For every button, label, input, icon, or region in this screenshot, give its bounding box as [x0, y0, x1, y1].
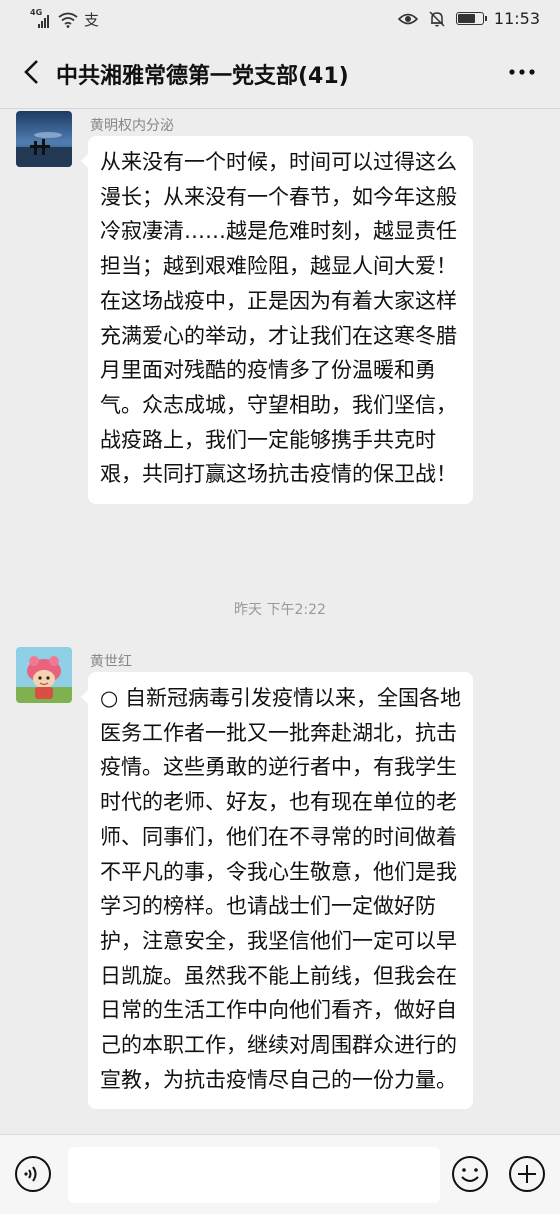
voice-icon	[15, 1156, 51, 1192]
sender-name: 黄明权内分泌	[90, 118, 174, 134]
eye-comfort-icon	[397, 13, 418, 24]
clock-time: 11:53	[493, 9, 540, 28]
status-left: 4G 支	[30, 8, 100, 30]
chat-header: 中共湘雅常德第一党支部(41)	[0, 38, 560, 109]
message-timestamp: 昨天 下午2:22	[234, 602, 326, 618]
wifi-icon	[58, 12, 78, 28]
mute-bell-icon	[429, 10, 445, 27]
cellular-signal-icon: 4G	[30, 8, 52, 28]
more-options-button[interactable]	[502, 52, 542, 92]
input-bar	[0, 1134, 560, 1214]
back-button[interactable]	[12, 52, 52, 92]
message-bubble[interactable]: ○ 自新冠病毒引发疫情以来，全国各地医务工作者一批又一批奔赴湖北，抗击疫情。这些…	[81, 672, 473, 1110]
status-bar: 4G 支 11:53	[0, 0, 560, 38]
plus-icon	[509, 1156, 545, 1192]
battery-icon	[455, 12, 487, 25]
message-input[interactable]	[68, 1147, 440, 1203]
message-bubble[interactable]: 从来没有一个时候，时间可以过得这么漫长；从来没有一个春节，如今年这般冷寂凄清………	[81, 136, 473, 505]
alipay-notification-icon: 支	[84, 11, 100, 29]
avatar-image-seaside	[16, 111, 72, 167]
chat-title: 中共湘雅常德第一党支部(41)	[56, 64, 349, 89]
avatar[interactable]	[16, 111, 72, 167]
emoji-button[interactable]	[451, 1155, 489, 1193]
avatar-image-cartoon	[16, 647, 72, 703]
chat-message-list[interactable]: 黄明权内分泌 从来没有一个时候，时间可以过得这么漫长；从来没有一个春节，如今年这…	[0, 109, 560, 1134]
more-dots-icon	[509, 69, 535, 75]
sender-name: 黄世红	[90, 654, 132, 670]
emoji-icon	[452, 1156, 488, 1192]
status-right: 11:53	[397, 9, 540, 28]
chevron-left-icon	[24, 60, 38, 84]
avatar[interactable]	[16, 647, 72, 703]
voice-input-button[interactable]	[14, 1155, 52, 1193]
more-functions-button[interactable]	[508, 1155, 546, 1193]
